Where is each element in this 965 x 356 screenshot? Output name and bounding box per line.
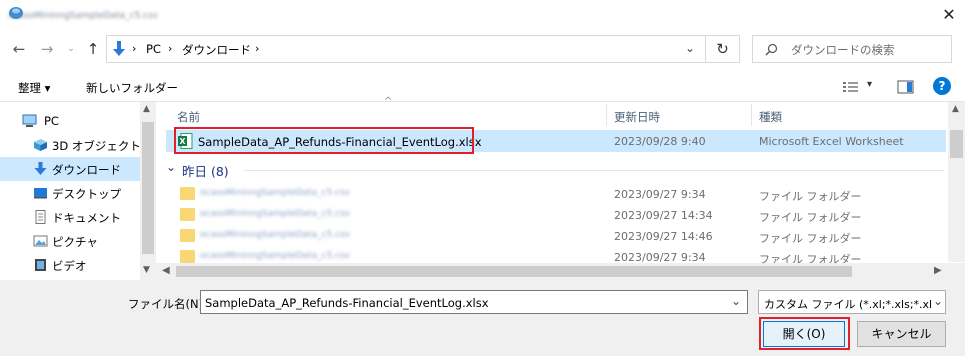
recent-locations-chevron-icon[interactable]: ⌄	[62, 40, 80, 58]
nav-scrollbar[interactable]: ▲ ▼	[140, 102, 156, 280]
close-button[interactable]: ✕	[938, 6, 960, 24]
back-arrow-icon[interactable]: ←	[10, 40, 28, 58]
view-dropdown-icon[interactable]: ▾	[867, 79, 872, 90]
folder-type: ファイル フォルダー	[759, 253, 862, 263]
close-icon: ✕	[942, 5, 956, 24]
search-input[interactable]: ダウンロードの検索	[752, 35, 952, 63]
refresh-icon: ↻	[716, 40, 729, 58]
file-list-hscrollbar[interactable]: ◀ ▶	[156, 263, 965, 280]
filename-input[interactable]: SampleData_AP_Refunds-Financial_EventLog…	[200, 290, 748, 314]
folder-icon	[180, 208, 195, 221]
download-icon	[34, 162, 47, 175]
nav-item-pictures[interactable]: ピクチャ	[0, 229, 140, 253]
folder-name-blurred: ocasoMininngSampleData_c5.csv	[200, 251, 350, 261]
nav-item-downloads[interactable]: ダウンロード	[0, 157, 140, 181]
folder-row[interactable]: ocasoMininngSampleData_c5.csv 2023/09/27…	[166, 183, 946, 205]
video-icon	[35, 259, 46, 271]
folder-row[interactable]: ocasoMininngSampleData_c5.csv 2023/09/27…	[166, 204, 946, 226]
window-title-blurred: ocasoMininngSampleData_c5.csv	[8, 11, 158, 21]
sort-indicator-icon: ^	[384, 96, 393, 107]
nav-item-pc[interactable]: PC	[0, 109, 140, 133]
picture-icon	[33, 235, 48, 247]
column-divider[interactable]	[606, 104, 607, 126]
view-details-icon[interactable]	[842, 80, 860, 94]
computer-icon	[22, 114, 37, 127]
column-header-type[interactable]: 種類	[759, 109, 782, 125]
scroll-right-icon[interactable]: ▶	[934, 265, 942, 276]
scroll-up-icon[interactable]: ▲	[952, 104, 959, 114]
filter-dropdown-chevron-icon[interactable]: ⌄	[933, 294, 943, 308]
cube-icon	[34, 139, 47, 151]
folder-name-blurred: ocasoMininngSampleData_c5.csv	[200, 209, 350, 219]
file-open-dialog: ocasoMininngSampleData_c5.csv ✕ ← → ⌄ ↑ …	[0, 0, 965, 356]
group-collapse-chevron-icon[interactable]: ⌄	[166, 160, 176, 174]
file-type: Microsoft Excel Worksheet	[759, 135, 904, 148]
breadcrumb-downloads[interactable]: ダウンロード	[182, 42, 251, 58]
folder-row[interactable]: ocasoMininngSampleData_c5.csv 2023/09/27…	[166, 246, 946, 263]
filename-value: SampleData_AP_Refunds-Financial_EventLog…	[205, 296, 489, 310]
nav-scroll-thumb[interactable]	[142, 122, 154, 254]
breadcrumb-sep-icon: ›	[255, 42, 260, 55]
folder-modified: 2023/09/27 14:46	[614, 230, 713, 243]
folder-type: ファイル フォルダー	[759, 190, 862, 203]
column-header-modified[interactable]: 更新日時	[614, 109, 660, 125]
address-bar[interactable]: › PC › ダウンロード › ⌄	[106, 35, 706, 63]
breadcrumb-pc[interactable]: PC	[146, 42, 161, 56]
refresh-button[interactable]: ↻	[706, 35, 740, 63]
folder-modified: 2023/09/27 9:34	[614, 188, 706, 201]
nav-item-documents[interactable]: ドキュメント	[0, 205, 140, 229]
search-placeholder: ダウンロードの検索	[791, 43, 895, 57]
scroll-down-icon[interactable]: ▼	[143, 265, 150, 275]
folder-name-blurred: ocasoMininngSampleData_c5.csv	[200, 188, 350, 198]
file-type-filter-value: カスタム ファイル (*.xl;*.xls;*.xlsb;*.	[764, 298, 932, 311]
column-divider[interactable]	[751, 104, 752, 126]
new-folder-button[interactable]: 新しいフォルダー	[86, 80, 178, 96]
folder-icon	[180, 250, 195, 263]
help-icon[interactable]: ?	[933, 77, 951, 95]
folder-name-blurred: ocasoMininngSampleData_c5.csv	[200, 230, 350, 240]
download-folder-icon	[113, 41, 125, 56]
selection-highlight-box	[174, 127, 474, 154]
nav-item-3d-objects[interactable]: 3D オブジェクト	[0, 133, 141, 157]
folder-type: ファイル フォルダー	[759, 232, 862, 245]
group-header-yesterday[interactable]: 昨日 (8)	[182, 161, 229, 180]
up-arrow-icon[interactable]: ↑	[84, 40, 102, 58]
file-type-filter-select[interactable]: カスタム ファイル (*.xl;*.xls;*.xlsb;*. ⌄	[758, 290, 946, 314]
organize-button[interactable]: 整理 ▾	[18, 80, 50, 96]
folder-modified: 2023/09/27 9:34	[614, 251, 706, 263]
file-list-vscrollbar[interactable]: ▲	[948, 102, 965, 262]
forward-arrow-icon[interactable]: →	[38, 40, 56, 58]
breadcrumb-sep-icon: ›	[132, 42, 137, 55]
filename-label: ファイル名(N):	[128, 297, 207, 311]
navigation-pane: PC 3D オブジェクト ダウンロード デスクトップ ドキュメント ピクチャ ビ…	[0, 102, 156, 280]
preview-pane-icon[interactable]	[897, 80, 915, 94]
search-icon	[765, 43, 778, 56]
folder-type: ファイル フォルダー	[759, 211, 862, 224]
group-divider	[244, 170, 944, 171]
hscroll-thumb[interactable]	[176, 266, 852, 277]
breadcrumb-sep-icon: ›	[168, 42, 173, 55]
column-header-name[interactable]: 名前	[177, 109, 200, 125]
nav-item-videos[interactable]: ビデオ	[0, 253, 140, 277]
cancel-button[interactable]: キャンセル	[857, 321, 946, 347]
nav-item-desktop[interactable]: デスクトップ	[0, 181, 140, 205]
file-modified: 2023/09/28 9:40	[614, 135, 706, 148]
folder-icon	[180, 187, 195, 200]
filename-dropdown-chevron-icon[interactable]: ⌄	[731, 294, 741, 308]
scroll-left-icon[interactable]: ◀	[162, 265, 170, 276]
address-dropdown-chevron-icon[interactable]: ⌄	[685, 41, 695, 55]
folder-row[interactable]: ocasoMininngSampleData_c5.csv 2023/09/27…	[166, 225, 946, 247]
title-bar: ocasoMininngSampleData_c5.csv ✕	[0, 0, 965, 30]
scroll-up-icon[interactable]: ▲	[143, 104, 150, 114]
document-icon	[35, 210, 46, 224]
toolbar: 整理 ▾ 新しいフォルダー ▾ ?	[0, 72, 965, 102]
folder-modified: 2023/09/27 14:34	[614, 209, 713, 222]
desktop-icon	[34, 188, 47, 199]
open-button-highlight-box	[759, 317, 850, 350]
file-list-scroll-thumb[interactable]	[950, 130, 963, 158]
folder-icon	[180, 229, 195, 242]
